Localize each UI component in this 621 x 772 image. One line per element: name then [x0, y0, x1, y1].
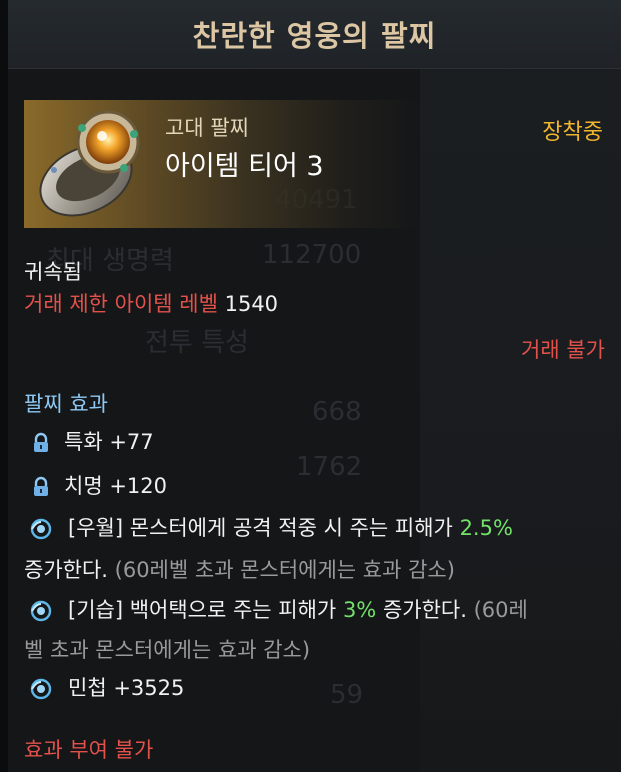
- effect-ambush-note-part1: (60레: [473, 598, 528, 622]
- trade-limit-label: 거래 제한 아이템 레벨: [24, 292, 218, 316]
- background-stats-panel: [420, 68, 621, 772]
- bracelet-icon: [39, 110, 140, 217]
- effect-superior-line1: [우월] 몬스터에게 공격 적중 시 주는 피해가 2.5%: [68, 514, 513, 542]
- lock-icon: [34, 476, 48, 496]
- cannot-grant-label: 효과 부여 불가: [24, 738, 154, 762]
- swirl-icon: [30, 518, 52, 540]
- effect-ambush-line1: [기습] 백어택으로 주는 피해가 3% 증가한다. (60레: [68, 596, 528, 624]
- effect-ambush-increase: 증가한다.: [376, 598, 474, 622]
- effect-superior-note: (60레벨 초과 몬스터에게는 효과 감소): [114, 558, 455, 582]
- effect-superior-value: 2.5%: [459, 516, 513, 540]
- effect-ambush-text: [기습] 백어택으로 주는 피해가: [68, 598, 343, 622]
- item-grade-label: 고대 팔찌: [165, 116, 249, 140]
- bg-ghost: 668: [312, 397, 362, 427]
- trade-limit-value: 1540: [224, 292, 279, 316]
- trade-status: 거래 불가: [521, 338, 605, 362]
- trade-limit-line: 거래 제한 아이템 레벨 1540: [24, 290, 278, 318]
- effect-ambush-value: 3%: [342, 598, 377, 622]
- item-title: 찬란한 영웅의 팔찌: [192, 19, 437, 53]
- bg-ghost: 전투 특성: [145, 328, 249, 358]
- tooltip-title-bar: 찬란한 영웅의 팔찌: [8, 0, 621, 69]
- effect-ambush-note-part2: 벨 초과 몬스터에게는 효과 감소): [24, 638, 311, 662]
- bg-ghost: 112700: [262, 240, 362, 270]
- effect-superior-increase: 증가한다.: [24, 558, 115, 582]
- left-edge: [0, 0, 8, 772]
- item-tier-label: 아이템 티어 3: [165, 151, 324, 182]
- effect-line-crit: 치명 +120: [64, 474, 167, 498]
- bg-ghost: 59: [330, 680, 364, 710]
- lock-icon: [34, 432, 48, 452]
- swirl-icon: [30, 600, 52, 622]
- effect-superior-line2: 증가한다. (60레벨 초과 몬스터에게는 효과 감소): [24, 556, 455, 584]
- bound-label: 귀속됨: [24, 260, 82, 284]
- effect-superior-text: [우월] 몬스터에게 공격 적중 시 주는 피해가: [68, 516, 460, 540]
- swirl-icon: [30, 678, 52, 700]
- equipped-badge: 장착중: [542, 120, 603, 145]
- effect-line-agility: 민첩 +3525: [68, 676, 185, 700]
- effects-header: 팔찌 효과: [24, 392, 108, 416]
- effect-line-specialization: 특화 +77: [64, 430, 154, 454]
- bg-ghost: 1762: [296, 452, 363, 482]
